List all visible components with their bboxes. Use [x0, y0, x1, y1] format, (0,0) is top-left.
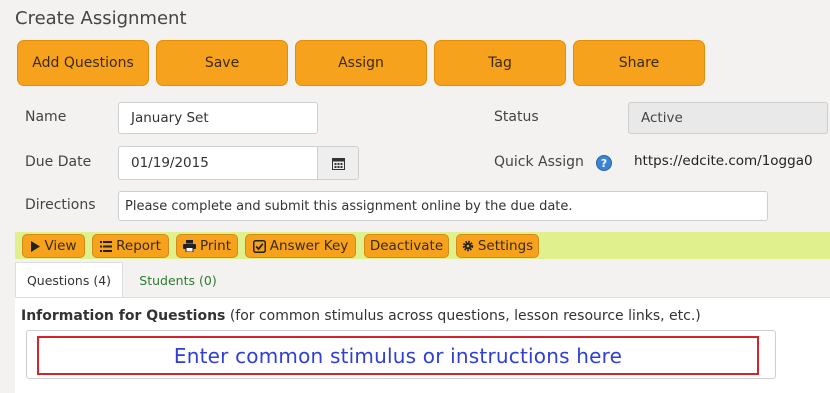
- add-questions-button[interactable]: Add Questions: [17, 40, 149, 86]
- due-date-label: Due Date: [25, 154, 92, 170]
- answer-key-button[interactable]: Answer Key: [245, 234, 356, 258]
- deactivate-button[interactable]: Deactivate: [364, 234, 449, 258]
- calendar-button[interactable]: [317, 146, 359, 180]
- help-icon[interactable]: ?: [596, 155, 612, 171]
- due-date-input[interactable]: 01/19/2015: [118, 146, 318, 180]
- quick-assign-label: Quick Assign: [494, 154, 584, 170]
- view-button[interactable]: View: [22, 234, 85, 258]
- gear-icon: [462, 240, 474, 252]
- save-button[interactable]: Save: [156, 40, 288, 86]
- status-label: Status: [494, 109, 539, 125]
- answer-key-button-label: Answer Key: [269, 238, 349, 254]
- directions-input[interactable]: Please complete and submit this assignme…: [118, 191, 768, 221]
- tab-questions[interactable]: Questions (4): [15, 262, 123, 298]
- status-field: Active: [628, 102, 828, 134]
- directions-label: Directions: [25, 197, 96, 213]
- calendar-icon: [331, 157, 345, 170]
- view-button-label: View: [44, 238, 77, 254]
- tag-button[interactable]: Tag: [434, 40, 566, 86]
- share-button[interactable]: Share: [573, 40, 705, 86]
- name-label: Name: [25, 109, 67, 125]
- quick-assign-link[interactable]: https://edcite.com/1ogga0: [634, 153, 813, 169]
- info-heading: Information for Questions (for common st…: [21, 308, 701, 324]
- print-icon: [182, 240, 196, 252]
- print-button[interactable]: Print: [176, 234, 238, 258]
- page-title: Create Assignment: [15, 8, 187, 29]
- print-button-label: Print: [199, 238, 232, 254]
- stimulus-placeholder[interactable]: Enter common stimulus or instructions he…: [37, 336, 759, 375]
- name-input[interactable]: January Set: [118, 102, 318, 134]
- settings-button[interactable]: Settings: [456, 234, 539, 258]
- report-button[interactable]: Report: [92, 234, 169, 258]
- report-button-label: Report: [116, 238, 161, 254]
- play-icon: [31, 240, 41, 252]
- settings-button-label: Settings: [477, 238, 534, 254]
- list-icon: [100, 240, 113, 252]
- assign-button[interactable]: Assign: [295, 40, 427, 86]
- tab-students[interactable]: Students (0): [123, 262, 233, 298]
- info-heading-subtitle: (for common stimulus across questions, l…: [225, 308, 701, 324]
- checkbox-check-icon: [252, 239, 266, 253]
- info-heading-title: Information for Questions: [21, 308, 226, 324]
